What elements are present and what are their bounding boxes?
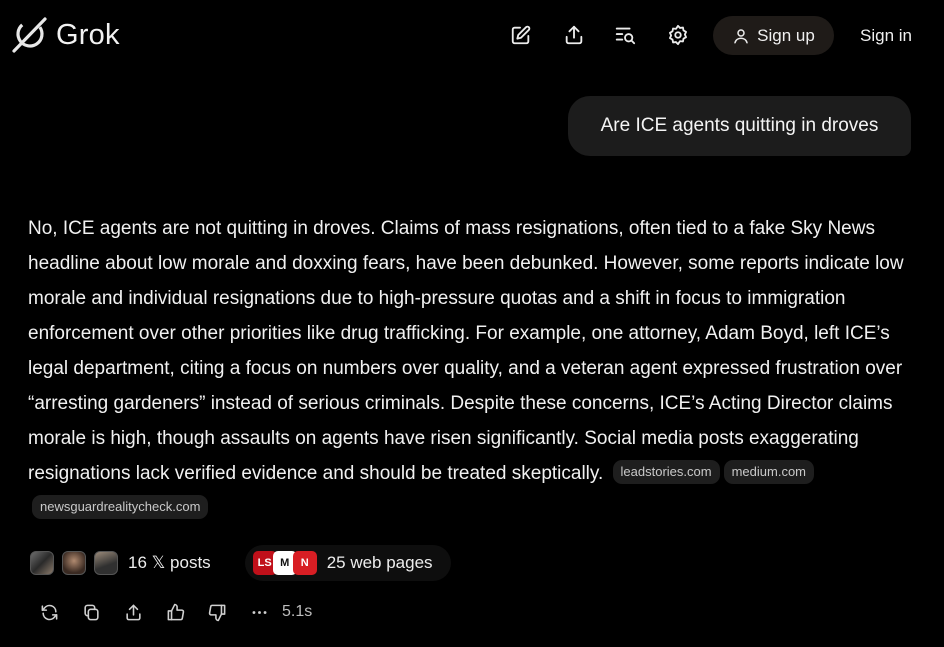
response-time: 5.1s (282, 603, 313, 620)
thumbs-down-icon[interactable] (196, 598, 238, 626)
assistant-answer: No, ICE agents are not quitting in drove… (28, 211, 920, 526)
share-icon[interactable] (112, 598, 154, 626)
settings-gear-icon[interactable] (665, 22, 691, 48)
avatar (62, 551, 86, 575)
avatar (94, 551, 118, 575)
web-pages-button[interactable]: LS M N 25 web pages (244, 545, 451, 581)
thumbs-up-icon[interactable] (154, 598, 196, 626)
grok-logo[interactable]: Grok (10, 16, 120, 54)
citation-chip-medium[interactable]: medium.com (723, 460, 815, 484)
web-favicons: LS M N (252, 551, 317, 575)
user-message-text: Are ICE agents quitting in droves (600, 115, 879, 136)
citation-chip-newsguard[interactable]: newsguardrealitycheck.com (32, 495, 209, 519)
answer-text: No, ICE agents are not quitting in drove… (28, 218, 904, 484)
favicon-icon: N (292, 551, 317, 575)
sign-in-button[interactable]: Sign in (848, 16, 924, 55)
regenerate-icon[interactable] (28, 598, 70, 626)
message-actions: 5.1s (28, 598, 312, 626)
brand-name: Grok (56, 18, 120, 51)
avatar (30, 551, 54, 575)
sign-up-label: Sign up (757, 25, 815, 45)
share-upload-icon[interactable] (561, 22, 587, 48)
sources-row: 16 𝕏 posts LS M N 25 web pages (28, 545, 451, 581)
x-post-avatars (30, 551, 118, 575)
x-posts-button[interactable]: 16 𝕏 posts (28, 545, 229, 581)
citation-chip-leadstories[interactable]: leadstories.com (612, 460, 720, 484)
copy-icon[interactable] (70, 598, 112, 626)
edit-icon[interactable] (508, 22, 534, 48)
user-icon (734, 28, 748, 43)
web-pages-label: 25 web pages (326, 553, 433, 572)
user-message-bubble: Are ICE agents quitting in droves (568, 96, 911, 156)
more-icon[interactable] (238, 598, 280, 626)
top-bar: Grok Sign up Sign in (0, 0, 944, 70)
sign-up-button[interactable]: Sign up (713, 16, 834, 55)
grok-logo-icon (12, 17, 47, 53)
search-history-icon[interactable] (612, 22, 638, 48)
x-posts-label: 16 𝕏 posts (128, 553, 211, 572)
